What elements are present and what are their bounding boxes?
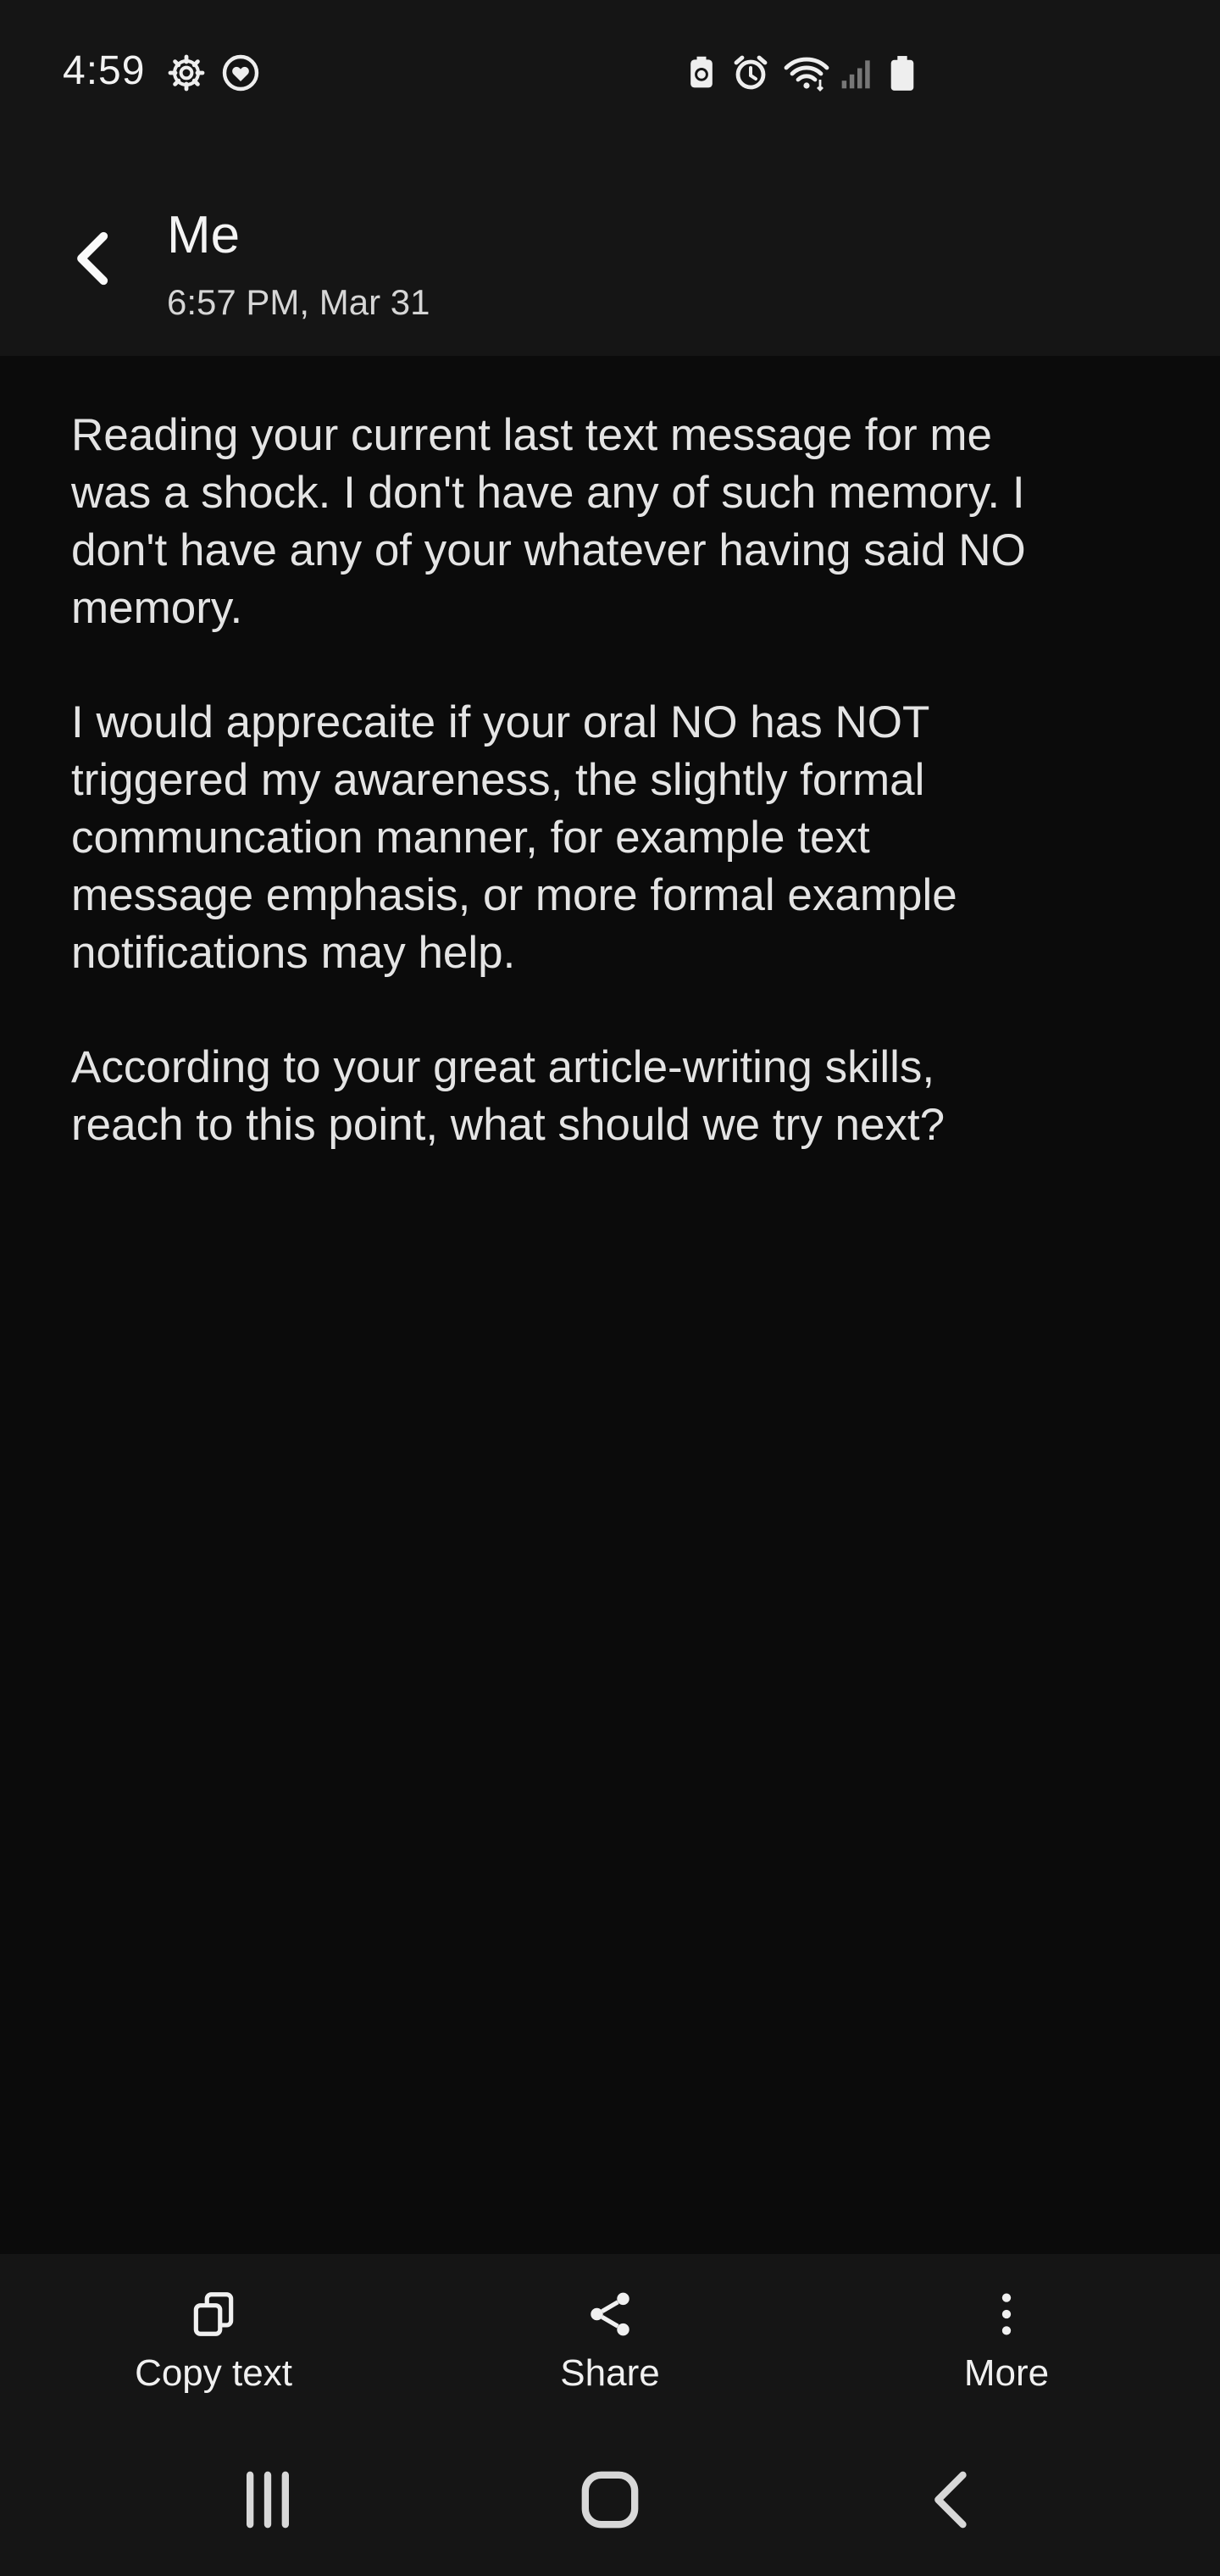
copy-text-label: Copy text bbox=[135, 2352, 292, 2394]
heart-shield-icon bbox=[220, 53, 261, 93]
settings-gear-icon bbox=[166, 53, 207, 93]
more-button[interactable]: More bbox=[871, 2288, 1142, 2415]
wifi-icon bbox=[783, 53, 830, 93]
navigation-bar bbox=[0, 2423, 1220, 2576]
status-time: 4:59 bbox=[63, 48, 146, 93]
action-bar: Copy text Share More bbox=[0, 2254, 1220, 2423]
battery-saver-icon bbox=[683, 53, 720, 93]
message-detail-screen: 4:59 Me 6:57 PM, Mar 31 Reading your cur… bbox=[0, 0, 1220, 2576]
back-button[interactable] bbox=[56, 220, 132, 297]
message-body: Reading your current last text message f… bbox=[71, 407, 1139, 1211]
home-icon[interactable] bbox=[568, 2457, 652, 2542]
more-vertical-icon bbox=[980, 2288, 1033, 2340]
share-button[interactable]: Share bbox=[474, 2288, 746, 2415]
app-header: Me 6:57 PM, Mar 31 bbox=[0, 144, 1220, 356]
contact-name: Me bbox=[167, 206, 241, 264]
share-icon bbox=[584, 2288, 636, 2340]
message-paragraph: According to your great article-writing … bbox=[71, 1042, 946, 1150]
share-label: Share bbox=[560, 2352, 660, 2394]
chevron-left-icon bbox=[77, 231, 108, 286]
message-timestamp: 6:57 PM, Mar 31 bbox=[167, 282, 430, 322]
signal-icon bbox=[839, 53, 876, 93]
more-label: More bbox=[963, 2352, 1050, 2394]
message-paragraph: I would apprecaite if your oral NO has N… bbox=[71, 697, 957, 978]
back-icon[interactable] bbox=[910, 2457, 995, 2542]
recent-apps-icon[interactable] bbox=[225, 2457, 310, 2542]
battery-icon bbox=[886, 53, 918, 93]
copy-text-button[interactable]: Copy text bbox=[78, 2288, 349, 2415]
copy-icon bbox=[187, 2288, 240, 2340]
status-bar: 4:59 bbox=[0, 0, 1220, 144]
alarm-icon bbox=[730, 53, 771, 93]
message-paragraph: Reading your current last text message f… bbox=[71, 410, 1026, 633]
